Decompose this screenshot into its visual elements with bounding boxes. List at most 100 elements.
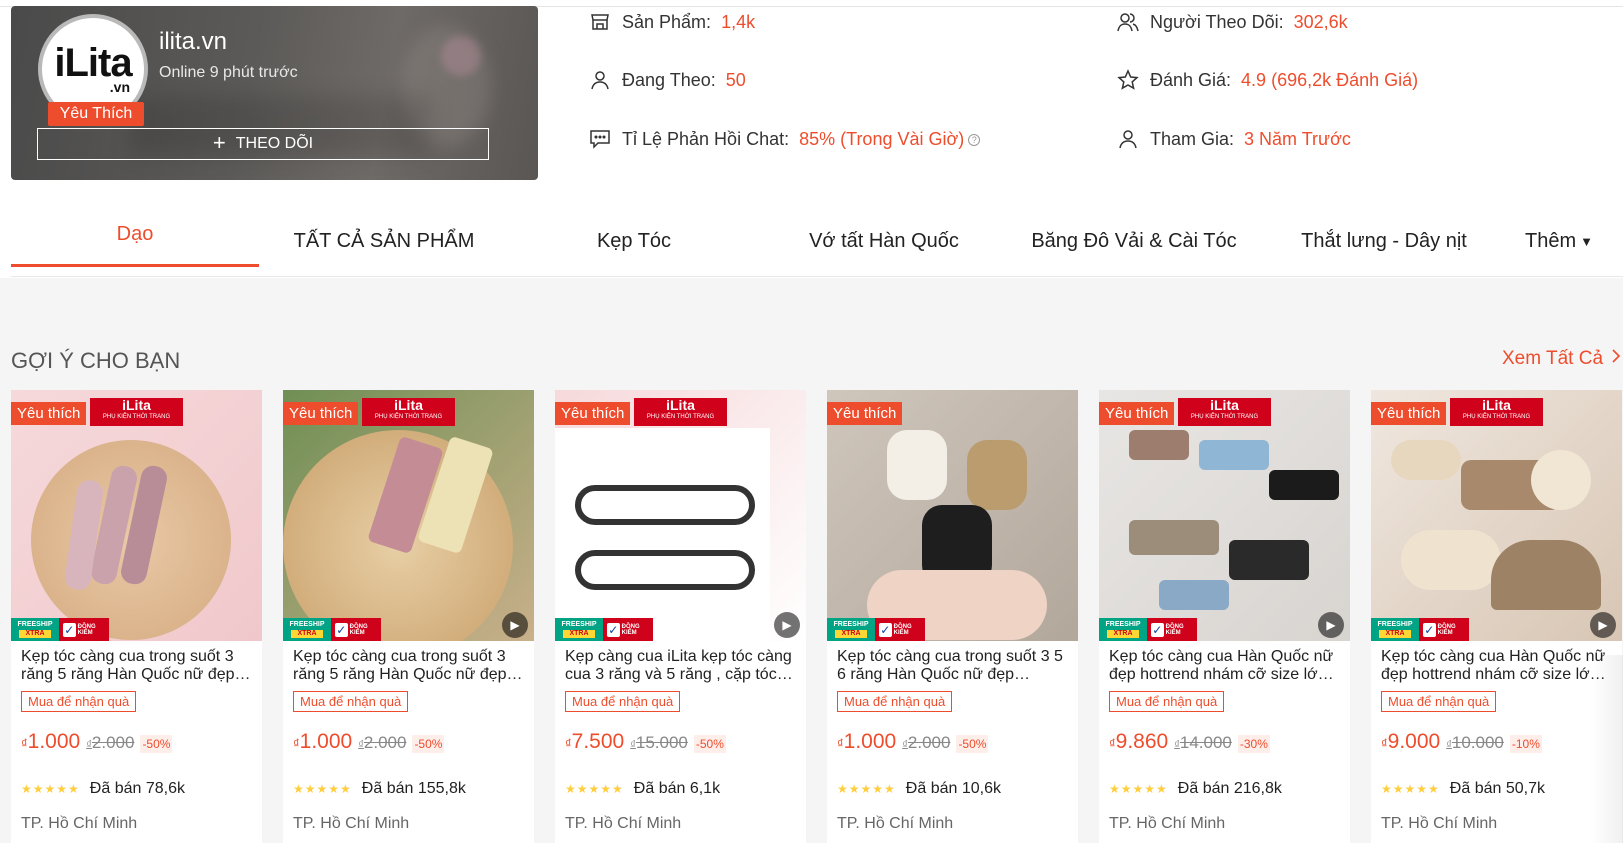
product-card[interactable]: Yêu thích FREESHIP XTRA ✓ ĐỒNG KIỂM Kẹp tóc c… [827,390,1078,843]
stat-joined-value: 3 Năm Trước [1244,128,1351,149]
product-location: TP. Hồ Chí Minh [1109,815,1226,832]
product-image[interactable] [283,390,534,641]
play-video-icon[interactable]: ▶ [502,612,528,638]
product-card[interactable]: Yêu thích iLita PHỤ KIỆN THỜI TRANG FREESHI… [283,390,534,843]
product-image[interactable] [1099,390,1350,641]
product-name[interactable]: Kẹp càng cua iLita kẹp tóc càng cua 3 ră… [565,648,797,684]
gift-promo-tag: Mua để nhận quà [1109,691,1225,712]
follow-label: THEO DÕI [235,135,314,152]
stat-products-label: Sản Phẩm: [622,11,712,32]
current-price: ₫1.000 [21,730,81,753]
tab-more[interactable]: Thêm ▼ [1509,205,1609,277]
product-name[interactable]: Kẹp tóc càng cua trong suốt 3 răng 5 răn… [21,648,253,684]
section-title: GỢI Ý CHO BẠN [11,348,181,373]
product-card[interactable]: Yêu thích iLita PHỤ KIỆN THỜI TRANG FREESHI… [1099,390,1350,843]
followers-icon [1116,10,1140,34]
scroll-edge-shade [1590,655,1623,843]
product-location: TP. Hồ Chí Minh [837,815,954,832]
brand-banner: iLita PHỤ KIỆN THỜI TRANG [1450,398,1543,426]
rating-stars-icon: ★★★★★ [1109,782,1168,796]
check-icon: ✓ [607,622,620,637]
sold-count: Đã bán 155,8k [361,780,466,797]
stat-following: Đang Theo: 50 [588,68,746,92]
gift-promo-tag: Mua để nhận quà [1381,691,1497,712]
shipping-badges: FREESHIP XTRA ✓ ĐỒNG KIỂM [11,618,109,641]
help-icon[interactable]: ? [968,133,981,146]
price-row: ₫7.500 ₫15.000 -50% [565,730,726,754]
shop-header: iLita .vn Yêu Thích ilita.vn Online 9 ph… [0,0,1623,278]
original-price: ₫14.000 [1174,733,1232,752]
favorite-tag: Yêu thích [283,402,359,425]
product-name[interactable]: Kẹp tóc càng cua trong suốt 3 5 6 răng H… [837,648,1069,684]
co-inspection-badge: ✓ ĐỒNG KIỂM [59,618,109,641]
tab-all-products[interactable]: TẤT CẢ SẢN PHẨM [259,205,509,277]
stat-following-label: Đang Theo: [622,69,716,90]
discount-badge: -50% [956,735,989,753]
rating-stars-icon: ★★★★★ [21,782,80,796]
product-card[interactable]: Yêu thích iLita PHỤ KIỆN THỜI TRANG FREESHI… [11,390,262,843]
follow-button[interactable]: + THEO DÕI [37,128,489,160]
product-name[interactable]: Kẹp tóc càng cua Hàn Quốc nữ đẹp hottren… [1381,648,1613,684]
shipping-badges: FREESHIP XTRA ✓ ĐỒNG KIỂM [555,618,653,641]
product-name[interactable]: Kẹp tóc càng cua trong suốt 3 răng 5 răn… [293,648,525,684]
freeship-badge: FREESHIP XTRA [555,618,603,641]
play-video-icon[interactable]: ▶ [1590,612,1616,638]
shop-online-status: Online 9 phút trước [159,64,298,81]
user-icon [588,68,612,92]
brand-banner: iLita PHỤ KIỆN THỜI TRANG [1178,398,1271,426]
co-inspection-badge: ✓ ĐỒNG KIỂM [875,618,925,641]
product-image[interactable] [827,390,1078,641]
stat-followers-value: 302,6k [1293,11,1348,32]
stat-followers: Người Theo Dõi: 302,6k [1116,10,1348,34]
check-icon: ✓ [879,622,892,637]
co-inspection-badge: ✓ ĐỒNG KIỂM [603,618,653,641]
shipping-badges: FREESHIP XTRA ✓ ĐỒNG KIỂM [827,618,925,641]
stat-rating: Đánh Giá: 4.9 (696,2k Đánh Giá) [1116,68,1418,92]
product-card[interactable]: Yêu thích iLita PHỤ KIỆN THỜI TRANG FREESHI… [555,390,806,843]
favorite-tag: Yêu thích [827,402,903,425]
rating-stars-icon: ★★★★★ [565,782,624,796]
play-video-icon[interactable]: ▶ [1318,612,1344,638]
product-card[interactable]: Yêu thích iLita PHỤ KIỆN THỜI TRANG FREESHI… [1371,390,1622,843]
tab-belts[interactable]: Thắt lưng - Dây nịt [1259,205,1509,277]
current-price: ₫1.000 [837,730,897,753]
stat-rating-label: Đánh Giá: [1150,69,1232,90]
product-location: TP. Hồ Chí Minh [293,815,410,832]
freeship-badge: FREESHIP XTRA [827,618,875,641]
product-image[interactable] [11,390,262,641]
product-image[interactable] [555,390,806,641]
rating-row: ★★★★★ Đã bán 6,1k [565,780,720,798]
price-row: ₫9.000 ₫10.000 -10% [1381,730,1542,754]
tab-korean-socks[interactable]: Vớ tất Hàn Quốc [759,205,1009,277]
avatar-logo-sub: .vn [109,79,130,95]
product-name[interactable]: Kẹp tóc càng cua Hàn Quốc nữ đẹp hottren… [1109,648,1341,684]
sold-count: Đã bán 216,8k [1177,780,1282,797]
product-location: TP. Hồ Chí Minh [565,815,682,832]
caret-down-icon: ▼ [1580,233,1593,249]
freeship-badge: FREESHIP XTRA [1371,618,1419,641]
product-location: TP. Hồ Chí Minh [1381,815,1498,832]
current-price: ₫7.500 [565,730,625,753]
rating-stars-icon: ★★★★★ [293,782,352,796]
product-image[interactable] [1371,390,1622,641]
tab-headbands[interactable]: Băng Đô Vải & Cài Tóc [1009,205,1259,277]
rating-stars-icon: ★★★★★ [1381,782,1440,796]
see-all-link[interactable]: Xem Tất Cả [1502,348,1621,370]
plus-icon: + [212,130,226,155]
shipping-badges: FREESHIP XTRA ✓ ĐỒNG KIỂM [283,618,381,641]
tab-hair-clips[interactable]: Kẹp Tóc [509,205,759,277]
gift-promo-tag: Mua để nhận quà [565,691,681,712]
favorite-badge: Yêu Thích [48,102,144,126]
current-price: ₫9.860 [1109,730,1169,753]
stat-following-value: 50 [725,69,746,90]
discount-badge: -50% [693,735,726,753]
shop-tabs: Dạo TẤT CẢ SẢN PHẨM Kẹp Tóc Vớ tất Hàn Q… [11,205,1593,277]
stat-joined: Tham Gia: 3 Năm Trước [1116,127,1351,151]
sold-count: Đã bán 6,1k [633,780,721,797]
product-location: TP. Hồ Chí Minh [21,815,138,832]
freeship-badge: FREESHIP XTRA [1099,618,1147,641]
joined-user-icon [1116,127,1140,151]
tab-explore[interactable]: Dạo [11,205,259,267]
gift-promo-tag: Mua để nhận quà [21,691,137,712]
play-video-icon[interactable]: ▶ [774,612,800,638]
